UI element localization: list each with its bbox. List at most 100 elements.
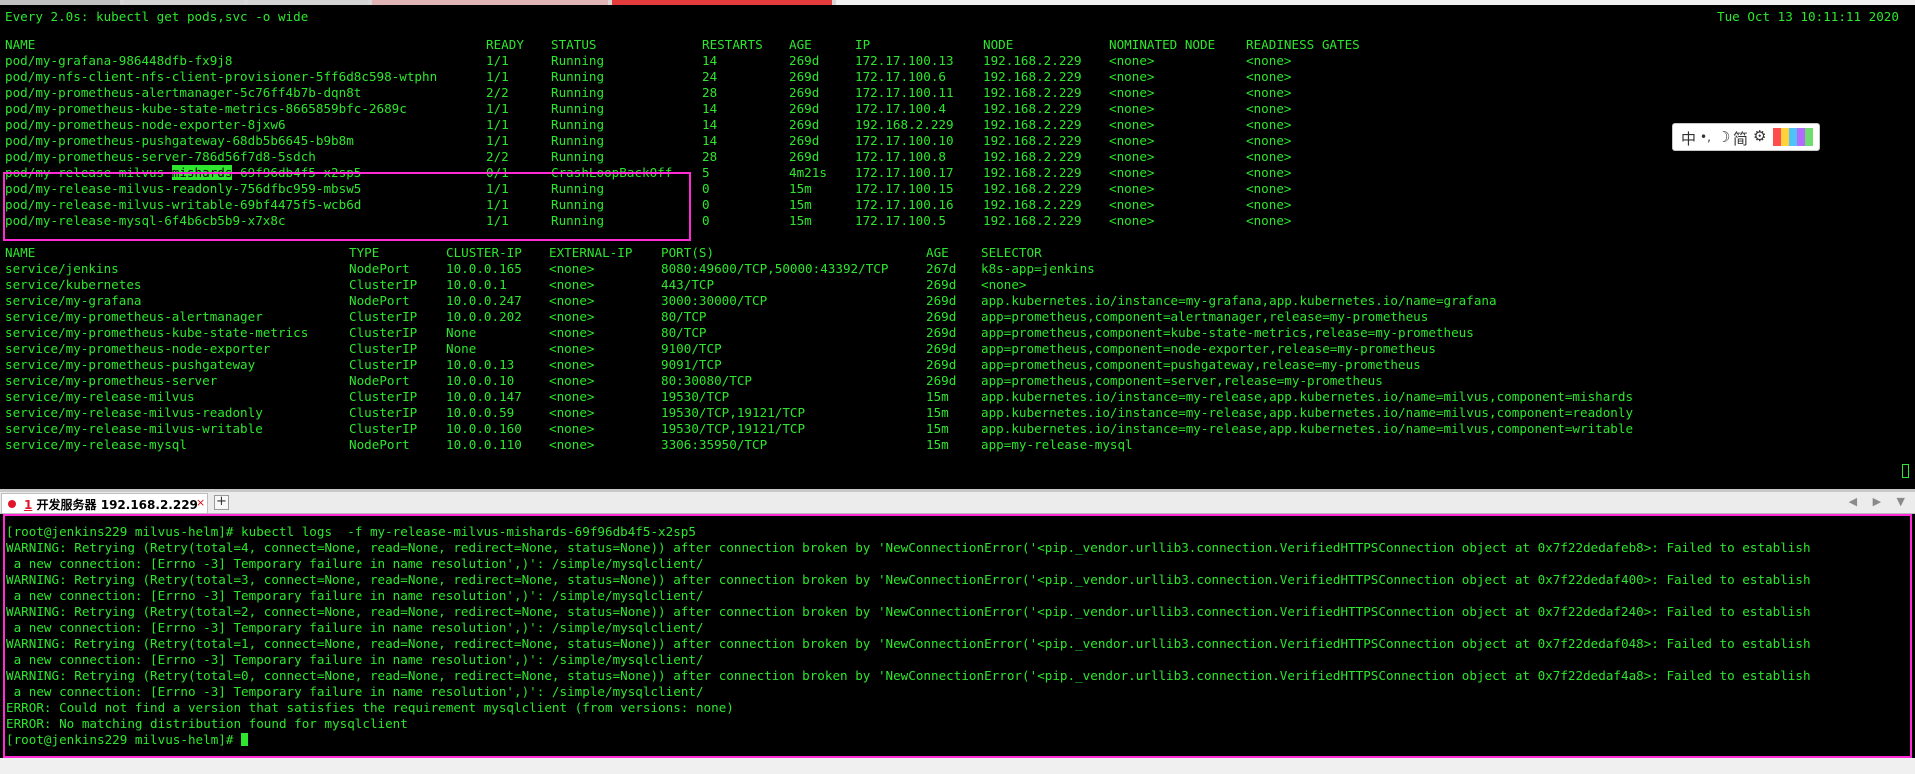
pod-cell: 172.17.100.10 xyxy=(855,133,954,148)
pods-header-cell: NODE xyxy=(983,37,1014,52)
pod-cell: 172.17.100.4 xyxy=(855,101,946,116)
ime-chinese-toggle[interactable]: 中 xyxy=(1681,128,1696,149)
pod-cell: 1/1 xyxy=(486,133,509,148)
service-cell: service/my-prometheus-pushgateway xyxy=(5,357,256,372)
service-cell: 10.0.0.59 xyxy=(446,405,515,420)
pod-cell: 4m21s xyxy=(789,165,827,180)
pod-cell: 269d xyxy=(789,133,820,148)
pod-cell: 192.168.2.229 xyxy=(983,101,1082,116)
moon-icon[interactable]: ☽ xyxy=(1717,128,1730,146)
skin-color-swatch[interactable] xyxy=(1781,128,1789,146)
pod-cell: 269d xyxy=(789,101,820,116)
service-cell: <none> xyxy=(549,373,595,388)
service-cell: app=prometheus,component=alertmanager,re… xyxy=(981,309,1429,324)
pod-cell: <none> xyxy=(1109,69,1155,84)
new-tab-button[interactable]: + xyxy=(214,495,229,510)
service-cell: 443/TCP xyxy=(661,277,715,292)
service-cell: <none> xyxy=(981,277,1027,292)
services-header-cell: AGE xyxy=(926,245,949,260)
pod-cell: pod/my-grafana-986448dfb-fx9j8 xyxy=(5,53,233,68)
pod-cell: 172.17.100.15 xyxy=(855,181,954,196)
ime-punct-toggle[interactable]: •, xyxy=(1700,130,1711,144)
pod-cell: <none> xyxy=(1246,69,1292,84)
skin-color-swatch[interactable] xyxy=(1805,128,1813,146)
pod-cell: 1/1 xyxy=(486,117,509,132)
service-cell: ClusterIP xyxy=(349,421,418,436)
pods-header-cell: NAME xyxy=(5,37,36,52)
service-cell: 9091/TCP xyxy=(661,357,722,372)
pod-cell: 1/1 xyxy=(486,69,509,84)
pod-cell: pod/my-prometheus-alertmanager-5c76ff4b7… xyxy=(5,85,362,100)
pod-cell: Running xyxy=(551,85,605,100)
skin-color-swatch[interactable] xyxy=(1773,128,1781,146)
service-cell: 8080:49600/TCP,50000:43392/TCP xyxy=(661,261,889,276)
watch-terminal-pane[interactable]: Every 2.0s: kubectl get pods,svc -o wide… xyxy=(0,5,1915,489)
service-cell: <none> xyxy=(549,389,595,404)
pod-cell: <none> xyxy=(1246,133,1292,148)
service-cell: None xyxy=(446,341,477,356)
pod-cell: <none> xyxy=(1246,53,1292,68)
pods-header-cell: READY xyxy=(486,37,524,52)
pod-cell: 192.168.2.229 xyxy=(983,149,1082,164)
service-cell: 269d xyxy=(926,309,957,324)
service-cell: service/my-prometheus-node-exporter xyxy=(5,341,271,356)
pod-cell: 172.17.100.5 xyxy=(855,213,946,228)
ime-toolbar[interactable]: 中 •, ☽ 简 ⚙ xyxy=(1672,123,1820,151)
pod-cell: Running xyxy=(551,53,605,68)
session-title: 开发服务器 192.168.2.229 xyxy=(36,498,198,512)
ime-simplified-toggle[interactable]: 简 xyxy=(1733,128,1748,149)
service-cell: 10.0.0.13 xyxy=(446,357,515,372)
pod-cell: 15m xyxy=(789,181,812,196)
gear-icon[interactable]: ⚙ xyxy=(1753,127,1766,145)
pod-cell: <none> xyxy=(1109,101,1155,116)
services-header-cell: EXTERNAL-IP xyxy=(549,245,633,260)
service-cell: 80/TCP xyxy=(661,309,707,324)
services-header-cell: PORT(S) xyxy=(661,245,715,260)
pods-header-cell: READINESS GATES xyxy=(1246,37,1360,52)
pod-cell: 14 xyxy=(702,133,718,148)
pod-cell: 2/2 xyxy=(486,85,509,100)
pod-cell: 172.17.100.13 xyxy=(855,53,954,68)
pod-cell: pod/my-prometheus-kube-state-metrics-866… xyxy=(5,101,407,116)
service-cell: 19530/TCP,19121/TCP xyxy=(661,405,806,420)
service-cell: service/my-grafana xyxy=(5,293,142,308)
service-cell: k8s-app=jenkins xyxy=(981,261,1095,276)
session-tab[interactable]: 1 开发服务器 192.168.2.229 × xyxy=(1,493,208,513)
service-cell: 15m xyxy=(926,405,949,420)
pod-cell: pod/my-prometheus-node-exporter-8jxw6 xyxy=(5,117,286,132)
pod-cell: 192.168.2.229 xyxy=(983,53,1082,68)
service-cell: None xyxy=(446,325,477,340)
pod-cell: 192.168.2.229 xyxy=(983,69,1082,84)
service-cell: ClusterIP xyxy=(349,357,418,372)
close-icon[interactable]: × xyxy=(196,496,205,509)
service-cell: 10.0.0.147 xyxy=(446,389,522,404)
pod-cell: <none> xyxy=(1246,149,1292,164)
service-cell: service/my-release-mysql xyxy=(5,437,187,452)
service-cell: app.kubernetes.io/instance=my-release,ap… xyxy=(981,389,1634,404)
service-cell: 10.0.0.10 xyxy=(446,373,515,388)
service-cell: 15m xyxy=(926,437,949,452)
pod-cell: <none> xyxy=(1246,197,1292,212)
pod-cell: <none> xyxy=(1109,165,1155,180)
terminal-scrollbar[interactable] xyxy=(0,758,1915,774)
skin-color-swatch[interactable] xyxy=(1797,128,1805,146)
service-cell: <none> xyxy=(549,405,595,420)
watch-header: Every 2.0s: kubectl get pods,svc -o wide xyxy=(5,9,309,24)
service-cell: service/my-release-milvus xyxy=(5,389,195,404)
service-cell: app.kubernetes.io/instance=my-release,ap… xyxy=(981,405,1634,420)
skin-color-swatch[interactable] xyxy=(1789,128,1797,146)
pods-header-cell: IP xyxy=(855,37,871,52)
pod-cell: <none> xyxy=(1109,149,1155,164)
pod-cell: Running xyxy=(551,101,605,116)
pod-cell: 192.168.2.229 xyxy=(983,133,1082,148)
tab-navigation-arrows[interactable]: ◀ ▶ ▼ xyxy=(1849,495,1911,508)
service-cell: ClusterIP xyxy=(349,309,418,324)
services-header-cell: CLUSTER-IP xyxy=(446,245,522,260)
service-cell: <none> xyxy=(549,309,595,324)
service-cell: 10.0.0.165 xyxy=(446,261,522,276)
pod-cell: pod/my-prometheus-pushgateway-68db5b6645… xyxy=(5,133,354,148)
pod-cell: Running xyxy=(551,133,605,148)
pod-cell: 24 xyxy=(702,69,718,84)
service-cell: <none> xyxy=(549,421,595,436)
service-cell: 267d xyxy=(926,261,957,276)
